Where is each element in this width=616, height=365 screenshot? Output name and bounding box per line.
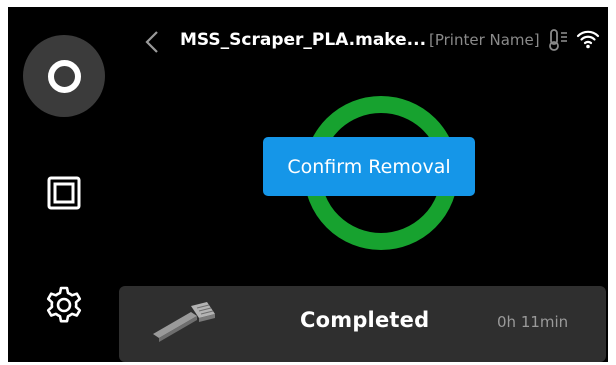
file-name: MSS_Scraper_PLA.make... xyxy=(180,30,427,50)
back-button[interactable] xyxy=(140,27,164,57)
settings-button[interactable] xyxy=(42,283,86,327)
chevron-left-icon xyxy=(145,31,158,53)
home-button[interactable] xyxy=(23,35,105,117)
scraper-model-icon xyxy=(153,302,215,342)
printer-screen: MSS_Scraper_PLA.make... [Printer Name] C… xyxy=(8,7,608,362)
elapsed-time: 0h 11min xyxy=(497,313,569,331)
home-icon xyxy=(47,59,81,93)
files-icon xyxy=(47,176,81,210)
thermometer-icon[interactable] xyxy=(547,28,569,52)
print-status-card[interactable]: Completed 0h 11min xyxy=(119,286,606,362)
confirm-removal-button[interactable]: Confirm Removal xyxy=(263,137,475,196)
gear-icon xyxy=(46,286,82,323)
wifi-icon[interactable] xyxy=(576,28,600,50)
status-label: Completed xyxy=(300,308,430,332)
files-button[interactable] xyxy=(44,173,84,213)
printer-name[interactable]: [Printer Name] xyxy=(429,31,540,49)
